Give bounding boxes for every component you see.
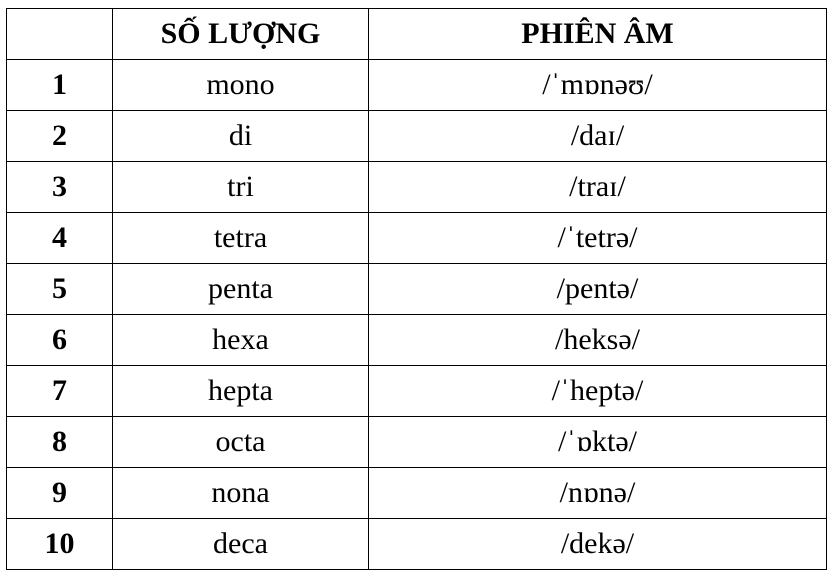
row-index-cell: 10 — [6, 518, 113, 570]
row-prefix-cell: hepta — [112, 365, 369, 417]
table-row: 2 di /daɪ/ — [6, 110, 827, 162]
table-row: 3 tri /traɪ/ — [6, 161, 827, 213]
row-pronunciation-cell: /ˈheptə/ — [368, 365, 827, 417]
table-header: SỐ LƯỢNG PHIÊN ÂM — [6, 8, 827, 60]
row-index-cell: 9 — [6, 467, 113, 519]
row-pronunciation-cell: /dekə/ — [368, 518, 827, 570]
row-prefix-cell: tetra — [112, 212, 369, 264]
header-row: SỐ LƯỢNG PHIÊN ÂM — [6, 8, 827, 60]
prefix-table-container: SỐ LƯỢNG PHIÊN ÂM 1 mono /ˈmɒnəʊ/ 2 di /… — [6, 8, 827, 570]
table-row: 8 octa /ˈɒktə/ — [6, 416, 827, 468]
row-index-cell: 5 — [6, 263, 113, 315]
table-row: 6 hexa /heksə/ — [6, 314, 827, 366]
header-quantity-cell: SỐ LƯỢNG — [112, 8, 369, 60]
row-prefix-cell: nona — [112, 467, 369, 519]
row-index-cell: 8 — [6, 416, 113, 468]
row-pronunciation-cell: /ˈmɒnəʊ/ — [368, 59, 827, 111]
prefix-table: SỐ LƯỢNG PHIÊN ÂM 1 mono /ˈmɒnəʊ/ 2 di /… — [6, 8, 827, 570]
row-prefix-cell: tri — [112, 161, 369, 213]
row-index-cell: 3 — [6, 161, 113, 213]
table-row: 5 penta /pentə/ — [6, 263, 827, 315]
row-prefix-cell: octa — [112, 416, 369, 468]
row-index-cell: 1 — [6, 59, 113, 111]
table-row: 4 tetra /ˈtetrə/ — [6, 212, 827, 264]
row-pronunciation-cell: /traɪ/ — [368, 161, 827, 213]
row-prefix-cell: penta — [112, 263, 369, 315]
row-index-cell: 4 — [6, 212, 113, 264]
row-pronunciation-cell: /daɪ/ — [368, 110, 827, 162]
row-prefix-cell: hexa — [112, 314, 369, 366]
row-pronunciation-cell: /ˈɒktə/ — [368, 416, 827, 468]
row-prefix-cell: di — [112, 110, 369, 162]
table-row: 1 mono /ˈmɒnəʊ/ — [6, 59, 827, 111]
row-index-cell: 7 — [6, 365, 113, 417]
row-pronunciation-cell: /ˈtetrə/ — [368, 212, 827, 264]
row-pronunciation-cell: /pentə/ — [368, 263, 827, 315]
row-pronunciation-cell: /heksə/ — [368, 314, 827, 366]
table-row: 9 nona /nɒnə/ — [6, 467, 827, 519]
row-index-cell: 6 — [6, 314, 113, 366]
row-prefix-cell: deca — [112, 518, 369, 570]
table-row: 7 hepta /ˈheptə/ — [6, 365, 827, 417]
row-index-cell: 2 — [6, 110, 113, 162]
table-body: 1 mono /ˈmɒnəʊ/ 2 di /daɪ/ 3 tri /traɪ/ … — [6, 59, 827, 570]
table-row: 10 deca /dekə/ — [6, 518, 827, 570]
header-index-cell — [6, 8, 113, 60]
header-pronunciation-cell: PHIÊN ÂM — [368, 8, 827, 60]
row-prefix-cell: mono — [112, 59, 369, 111]
row-pronunciation-cell: /nɒnə/ — [368, 467, 827, 519]
